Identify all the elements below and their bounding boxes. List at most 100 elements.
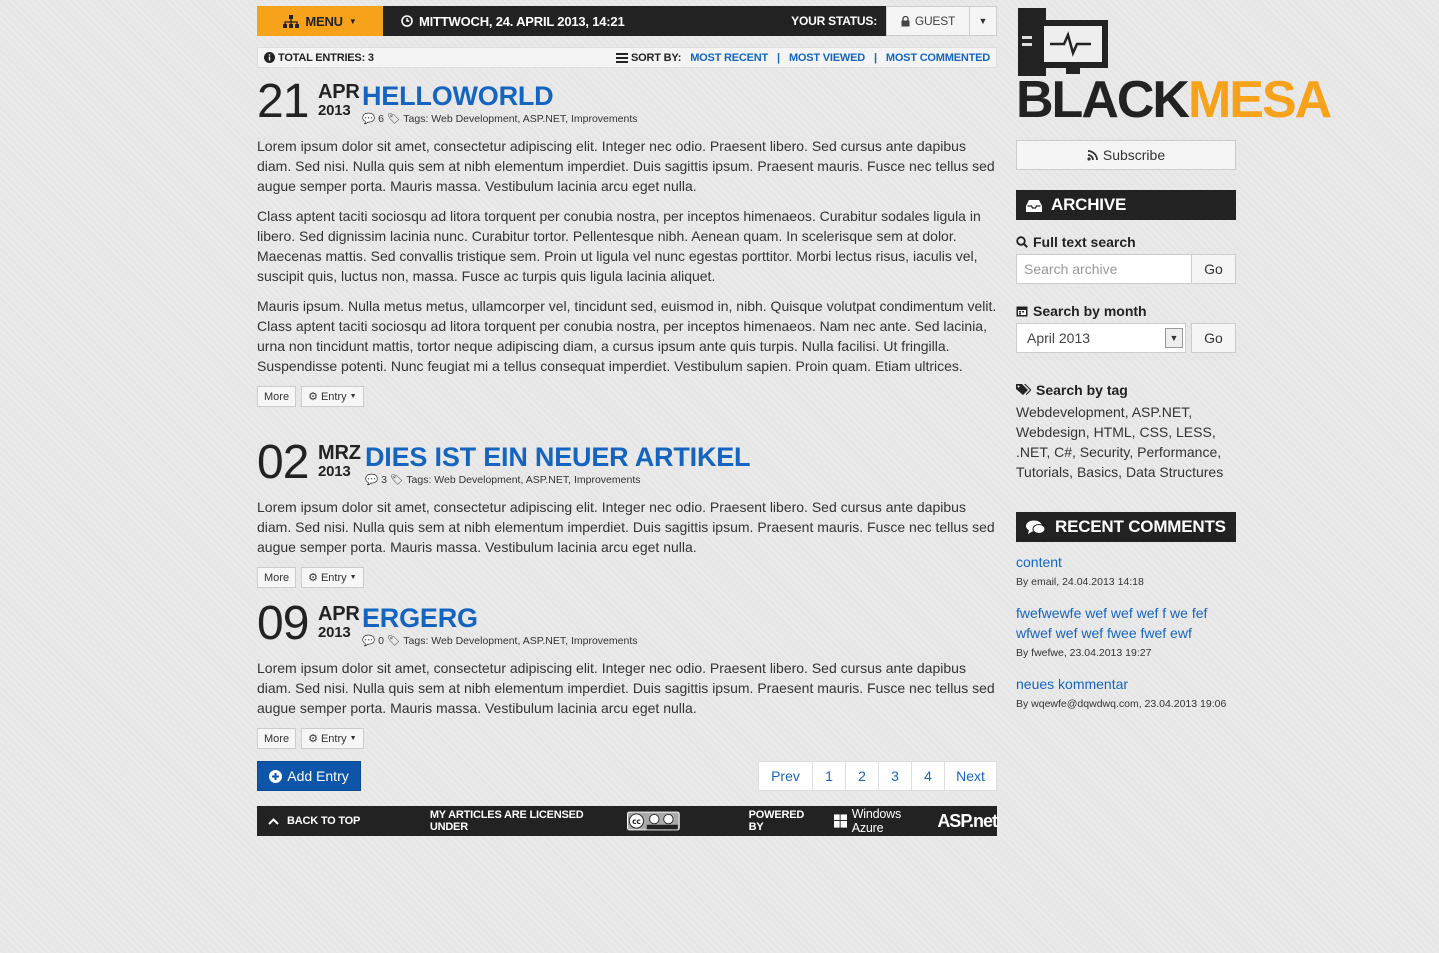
menu-button[interactable]: MENU ▼: [257, 6, 383, 36]
comment-count: 3: [381, 473, 387, 486]
tag-search-text: Search by tag: [1036, 382, 1128, 398]
post-header: 09 APR 2013 ERGERG 💬 0 🏷 Tags: Web Devel…: [257, 600, 997, 648]
calendar-icon: [1016, 306, 1028, 317]
comment-count: 6: [378, 112, 384, 125]
entry-label: Entry: [320, 732, 347, 745]
entry-dropdown-button[interactable]: ⚙ Entry ▼: [301, 728, 364, 749]
sort-most-recent[interactable]: MOST RECENT: [690, 52, 768, 64]
caret-down-icon: ▼: [349, 393, 357, 400]
more-button[interactable]: More: [257, 728, 297, 749]
post-tags: Tags: Web Development, ASP.NET, Improvem…: [406, 473, 641, 486]
post-meta: 💬 6 🏷 Tags: Web Development, ASP.NET, Im…: [362, 112, 638, 126]
sort-by-label: SORT BY:: [631, 51, 682, 64]
blog-post: 09 APR 2013 ERGERG 💬 0 🏷 Tags: Web Devel…: [257, 600, 997, 749]
sort-most-viewed[interactable]: MOST VIEWED: [789, 52, 865, 64]
pager-page-4[interactable]: 4: [912, 761, 945, 791]
post-actions: More ⚙ Entry ▼: [257, 567, 997, 588]
recent-comment-link[interactable]: neues kommentar: [1016, 676, 1128, 692]
status-dropdown-toggle[interactable]: ▼: [970, 6, 997, 36]
archive-search-input[interactable]: Search archive: [1016, 254, 1192, 284]
sort-most-commented[interactable]: MOST COMMENTED: [886, 52, 990, 64]
post-body: Lorem ipsum dolor sit amet, consectetur …: [257, 497, 997, 557]
separator: |: [873, 51, 877, 64]
post-header: 21 APR 2013 HELLOWORLD 💬 6 🏷 Tags: Web D…: [257, 78, 997, 126]
post-title[interactable]: DIES IST EIN NEUER ARTIKEL: [365, 443, 751, 471]
menu-label: MENU: [305, 13, 343, 29]
logo-text: BLACKMESA: [1016, 71, 1332, 129]
aspnet-label: ASP.net: [937, 810, 998, 831]
post-paragraph: Class aptent taciti sociosqu ad litora t…: [257, 208, 981, 284]
post-title[interactable]: ERGERG: [362, 604, 478, 632]
sort-options: SORT BY: MOST RECENT | MOST VIEWED | MOS…: [616, 52, 990, 64]
more-button[interactable]: More: [257, 567, 297, 588]
recent-comment-link[interactable]: fwefwewfe wef wef wef f we fef wfwef wef…: [1016, 603, 1236, 643]
logo-text-black: BLACK: [1016, 71, 1190, 129]
more-button[interactable]: More: [257, 386, 297, 407]
pager-page-1[interactable]: 1: [813, 761, 846, 791]
entry-dropdown-button[interactable]: ⚙ Entry ▼: [301, 386, 364, 407]
guest-label: GUEST: [914, 14, 956, 28]
month-search-text: Search by month: [1033, 303, 1147, 319]
post-actions: More ⚙ Entry ▼: [257, 728, 997, 749]
plus-circle-icon: [269, 769, 283, 783]
recent-comment-meta: By fwefwe, 23.04.2013 19:27: [1016, 647, 1152, 659]
info-icon: [264, 52, 275, 63]
recent-comment-link[interactable]: content: [1016, 554, 1062, 570]
post-tags: Tags: Web Development, ASP.NET, Improvem…: [403, 112, 638, 125]
archive-title: ARCHIVE: [1051, 195, 1127, 214]
add-entry-label: Add Entry: [287, 768, 349, 784]
back-to-top-label: BACK TO TOP: [287, 815, 361, 827]
pager-page-2[interactable]: 2: [846, 761, 879, 791]
comment-count: 0: [378, 634, 384, 647]
entry-dropdown-button[interactable]: ⚙ Entry ▼: [301, 567, 364, 588]
gear-icon: ⚙: [308, 572, 318, 584]
windows-logo-icon: [833, 814, 847, 828]
caret-down-icon: ▼: [349, 735, 357, 742]
pagination: Prev 1 2 3 4 Next: [758, 761, 997, 791]
pager-next[interactable]: Next: [945, 761, 997, 791]
back-to-top-link[interactable]: BACK TO TOP: [257, 815, 430, 827]
pager-page-3[interactable]: 3: [879, 761, 912, 791]
post-actions: More ⚙ Entry ▼: [257, 386, 997, 407]
month-search-label: Search by month: [1016, 303, 1147, 319]
tags-icon: 🏷: [386, 635, 401, 647]
month-select-value: April 2013: [1027, 330, 1091, 346]
sitemap-icon: [283, 14, 300, 28]
subscribe-button[interactable]: Subscribe: [1016, 140, 1236, 170]
post-body: Lorem ipsum dolor sit amet, consectetur …: [257, 136, 997, 376]
caret-down-icon: ▼: [978, 16, 988, 26]
license-text: MY ARTICLES ARE LICENSED UNDER: [429, 809, 584, 833]
entry-label: Entry: [320, 390, 347, 403]
tags-icon: 🏷: [389, 474, 404, 486]
select-arrow-icon: ▼: [1165, 328, 1183, 348]
status-label: YOUR STATUS:: [791, 14, 877, 28]
post-year: 2013: [318, 102, 351, 119]
inbox-icon: [1026, 199, 1042, 212]
site-logo[interactable]: BLACKMESA: [1016, 6, 1332, 126]
month-select[interactable]: April 2013 ▼: [1016, 323, 1186, 353]
post-month: APR: [318, 81, 360, 103]
month-go-button[interactable]: Go: [1191, 323, 1236, 353]
chevron-up-icon: [268, 817, 279, 825]
fulltext-search-label: Full text search: [1016, 234, 1136, 250]
add-entry-button[interactable]: Add Entry: [257, 761, 361, 791]
search-go-button[interactable]: Go: [1191, 254, 1236, 284]
separator: |: [777, 51, 780, 64]
caret-down-icon: ▼: [348, 16, 357, 26]
footer: BACK TO TOP MY ARTICLES ARE LICENSED UND…: [257, 806, 998, 836]
guest-status-button[interactable]: GUEST: [886, 6, 970, 36]
post-meta: 💬 0 🏷 Tags: Web Development, ASP.NET, Im…: [362, 634, 638, 648]
recent-comment-meta: By wqewfe@dqwdwq.com, 23.04.2013 19:06: [1016, 698, 1227, 710]
recent-comment: neues kommentar By wqewfe@dqwdwq.com, 23…: [1016, 674, 1236, 715]
tag-cloud[interactable]: Webdevelopment, ASP.NET, Webdesign, HTML…: [1016, 402, 1236, 482]
post-title[interactable]: HELLOWORLD: [362, 82, 554, 110]
powered-by-label: POWERED BY: [748, 809, 805, 833]
creative-commons-badge-icon: cc: [626, 811, 680, 831]
post-body: Lorem ipsum dolor sit amet, consectetur …: [257, 658, 997, 718]
post-month: MRZ: [318, 442, 361, 464]
pager-prev[interactable]: Prev: [758, 761, 813, 791]
entries-toolbar: TOTAL ENTRIES: 3 SORT BY: MOST RECENT | …: [257, 47, 997, 68]
rss-icon: [1087, 149, 1098, 161]
gear-icon: ⚙: [308, 391, 318, 403]
post-paragraph: Lorem ipsum dolor sit amet, consectetur …: [257, 660, 995, 716]
